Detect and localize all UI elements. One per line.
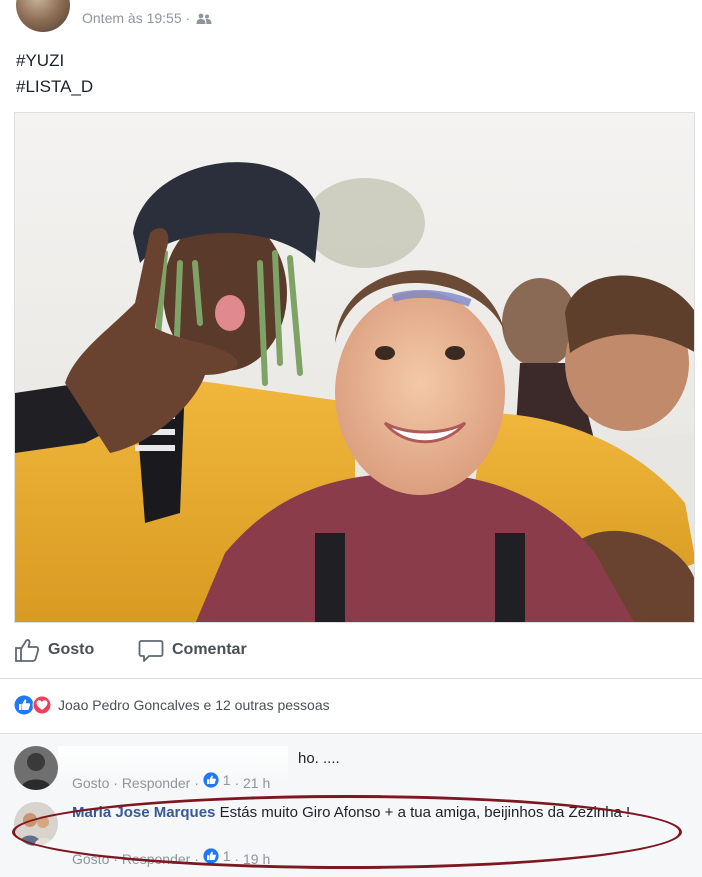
friends-icon[interactable] — [196, 13, 212, 25]
comment: ho. .... Gosto · Responder · 1 · 21 h — [14, 746, 684, 796]
comment-bubble-icon — [138, 640, 164, 662]
comment-time[interactable]: 21 h — [243, 775, 270, 791]
reactions-summary[interactable]: Joao Pedro Goncalves e 12 outras pessoas — [14, 692, 330, 718]
comment-like-number: 1 — [222, 772, 231, 788]
comment-text: ho. .... — [298, 750, 340, 767]
comment-like-link[interactable]: Gosto — [72, 775, 109, 791]
post-actions: Gosto Comentar — [14, 632, 686, 668]
comment-like-count[interactable]: 1 — [203, 772, 231, 788]
hashtag-link[interactable]: #LISTA_D — [16, 74, 93, 100]
hashtag-link[interactable]: #YUZI — [16, 48, 93, 74]
commenter-avatar[interactable] — [14, 746, 58, 790]
love-reaction-icon — [32, 695, 52, 715]
post-text: #YUZI #LISTA_D — [16, 48, 93, 100]
selfie-photo — [15, 113, 694, 622]
comment-button[interactable]: Comentar — [138, 632, 247, 668]
post-header: Ontem às 19:55 · — [16, 0, 686, 34]
divider — [0, 678, 702, 679]
thumbs-up-icon — [15, 639, 40, 662]
post-photo[interactable] — [14, 112, 695, 623]
reaction-icons — [14, 695, 52, 715]
avatar-image — [14, 746, 58, 790]
comment-button-label[interactable]: Comentar — [172, 641, 247, 659]
like-button-label[interactable]: Gosto — [48, 641, 94, 659]
like-reaction-icon — [203, 772, 219, 788]
post-timestamp[interactable]: Ontem às 19:55 · — [82, 10, 212, 26]
comment-reply-link[interactable]: Responder — [122, 775, 191, 791]
poster-avatar[interactable] — [16, 0, 70, 32]
like-button[interactable]: Gosto — [14, 632, 94, 668]
post-timestamp-text[interactable]: Ontem às 19:55 · — [82, 10, 190, 26]
reactions-text[interactable]: Joao Pedro Goncalves e 12 outras pessoas — [58, 697, 330, 713]
highlight-ellipse — [12, 795, 682, 869]
like-reaction-icon — [14, 695, 34, 715]
comment-meta: Gosto · Responder · 1 · 21 h — [72, 772, 271, 791]
